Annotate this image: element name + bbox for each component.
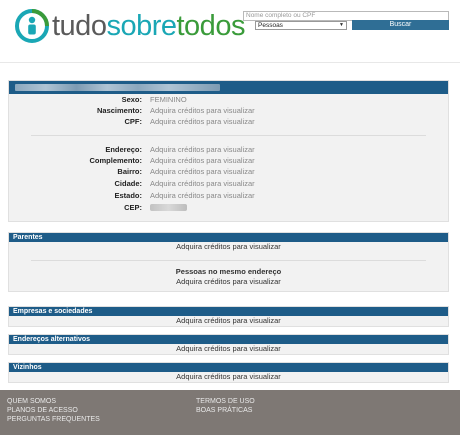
header-divider [0,62,460,63]
field-row-cep: CEP: [9,202,450,213]
field-label: Nascimento: [96,106,142,115]
logo-word-todos: todos [176,9,246,42]
field-value: FEMININO [150,95,187,104]
field-label: Bairro: [117,167,142,176]
person-card: Sexo: FEMININO Nascimento: Adquira crédi… [8,80,449,222]
section-parentes: Parentes Adquira créditos para visualiza… [8,232,449,292]
field-label: CEP: [124,203,142,212]
section-separator [31,260,426,261]
site-logo[interactable]: tudosobretodos [14,6,245,46]
field-label: Cidade: [114,179,142,188]
section-locked-text: Adquira créditos para visualizar [176,344,281,353]
field-label: Endereço: [105,145,142,154]
footer-link-perguntas[interactable]: PERGUNTAS FREQUENTES [7,415,100,424]
search-type-value: Pessoas [258,22,283,29]
logo-person-icon [15,9,49,43]
field-label: Estado: [114,191,142,200]
footer-link-quem-somos[interactable]: QUEM SOMOS [7,397,56,406]
section-vizinhos: Vizinhos Adquira créditos para visualiza… [8,362,449,383]
section-locked-text: Adquira créditos para visualizar [176,372,281,381]
search-button[interactable]: Buscar [352,20,449,30]
field-value: Adquira créditos para visualizar [150,191,255,200]
field-label: Sexo: [121,95,142,104]
logo-word-sobre: sobre [106,9,177,42]
footer-link-boas-praticas[interactable]: BOAS PRÁTICAS [196,406,252,415]
field-value: Adquira créditos para visualizar [150,156,255,165]
blurred-cep [150,204,187,212]
site-footer: QUEM SOMOS PLANOS DE ACESSO PERGUNTAS FR… [0,390,460,435]
blurred-person-name [15,84,220,91]
logo-wordmark: tudosobretodos [52,9,246,42]
section-locked-text: Adquira créditos para visualizar [176,277,281,286]
section-title: Empresas e sociedades [9,307,448,316]
field-row-nascimento: Nascimento: Adquira créditos para visual… [9,105,450,116]
field-value [150,202,187,213]
logo-word-tudo: tudo [52,9,107,42]
chevron-down-icon: ▼ [339,22,344,28]
section-title: Vizinhos [9,363,448,372]
field-value: Adquira créditos para visualizar [150,145,255,154]
section-title: Endereços alternativos [9,335,448,344]
field-label: Complemento: [89,156,143,165]
field-value: Adquira créditos para visualizar [150,117,255,126]
field-row-cidade: Cidade: Adquira créditos para visualizar [9,178,450,189]
section-locked-text: Adquira créditos para visualizar [176,316,281,325]
field-row-cpf: CPF: Adquira créditos para visualizar [9,116,450,127]
field-label: CPF: [124,117,143,126]
section-subtitle: Pessoas no mesmo endereço [175,267,282,276]
field-row-estado: Estado: Adquira créditos para visualizar [9,190,450,201]
field-row-sexo: Sexo: FEMININO [9,94,450,105]
field-row-bairro: Bairro: Adquira créditos para visualizar [9,166,450,177]
footer-link-planos[interactable]: PLANOS DE ACESSO [7,406,78,415]
section-enderecos: Endereços alternativos Adquira créditos … [8,334,449,355]
field-value: Adquira créditos para visualizar [150,179,255,188]
field-value: Adquira créditos para visualizar [150,106,255,115]
field-row-complemento: Complemento: Adquira créditos para visua… [9,155,450,166]
field-value: Adquira créditos para visualizar [150,167,255,176]
section-locked-text: Adquira créditos para visualizar [176,242,281,251]
search-type-select[interactable]: Pessoas ▼ [255,21,347,30]
section-empresas: Empresas e sociedades Adquira créditos p… [8,306,449,327]
footer-link-termos[interactable]: TERMOS DE USO [196,397,255,406]
section-title: Parentes [9,233,448,242]
site-header: tudosobretodos Nome completo ou CPF Pess… [0,0,460,62]
field-row-endereco: Endereço: Adquira créditos para visualiz… [9,144,450,155]
field-separator [31,135,426,136]
